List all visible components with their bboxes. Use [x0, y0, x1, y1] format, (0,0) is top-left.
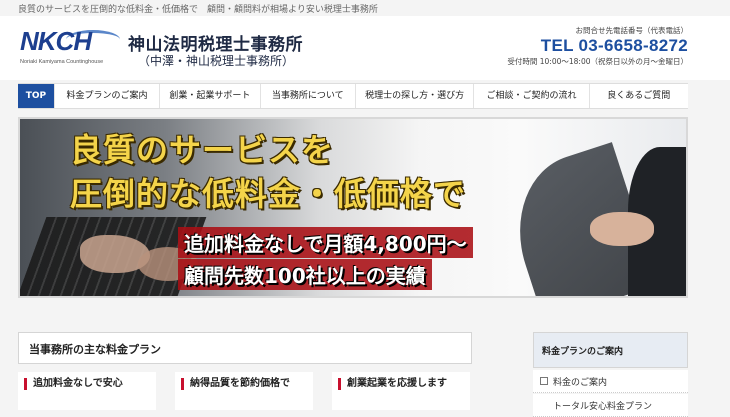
- feature-card[interactable]: 創業起業を応援します: [332, 372, 470, 410]
- sidebar-item-pricing[interactable]: 料金のご案内: [533, 370, 688, 393]
- nav-item-flow[interactable]: ご相談・ご契約の流れ: [474, 84, 590, 108]
- business-hours: 受付時間 10:00～18:00（祝祭日以外の月～金曜日）: [507, 57, 688, 66]
- sidebar: 料金プランのご案内 料金のご案内 トータル安心料金プラン: [533, 332, 688, 417]
- nav-item-pricing[interactable]: 料金プランのご案内: [55, 84, 161, 108]
- site-header: NKCH Noriaki Kamiyama Countinghouse 神山法明…: [0, 16, 730, 80]
- feature-card[interactable]: 納得品質を節約価格で: [175, 372, 313, 410]
- feature-card-title: 追加料金なしで安心: [24, 378, 123, 390]
- nav-item-how-to-choose[interactable]: 税理士の探し方・選び方: [356, 84, 475, 108]
- nav-item-about[interactable]: 当事務所について: [261, 84, 356, 108]
- section-title: 当事務所の主な料金プラン: [29, 343, 161, 356]
- site-tagline: 良質のサービスを圧倒的な低料金・低価格で 顧問・顧問料が相場より安い税理士事務所: [18, 5, 378, 15]
- main-nav: TOP 料金プランのご案内 創業・起業サポート 当事務所について 税理士の探し方…: [18, 83, 688, 109]
- logo-mark: NKCH: [20, 26, 92, 56]
- site-logo[interactable]: NKCH Noriaki Kamiyama Countinghouse: [20, 26, 120, 66]
- phone-number[interactable]: TEL 03-6658-8272: [541, 36, 688, 56]
- logo-subtext: Noriaki Kamiyama Countinghouse: [20, 59, 104, 65]
- square-bullet-icon: [540, 377, 548, 385]
- sidebar-item-total-plan[interactable]: トータル安心料金プラン: [533, 394, 688, 417]
- feature-card-title: 創業起業を応援します: [338, 378, 447, 390]
- nav-item-startup[interactable]: 創業・起業サポート: [160, 84, 261, 108]
- hero-banner[interactable]: 良質のサービスを 圧倒的な低料金・低価格で 追加料金なしで月額4,800円～ 顧…: [18, 117, 688, 298]
- hero-frame: [18, 117, 688, 298]
- feature-card-title: 納得品質を節約価格で: [181, 378, 290, 390]
- sidebar-title: 料金プランのご案内: [542, 347, 624, 357]
- contact-label: お問合せ先電話番号（代表電話）: [575, 26, 689, 35]
- feature-cards: 追加料金なしで安心 納得品質を節約価格で 創業起業を応援します: [18, 372, 470, 410]
- sidebar-title-box: 料金プランのご案内: [533, 332, 688, 368]
- feature-card[interactable]: 追加料金なしで安心: [18, 372, 156, 410]
- sidebar-item-label: 料金のご案内: [553, 378, 608, 388]
- sidebar-item-label: トータル安心料金プラン: [553, 402, 653, 412]
- pricing-section-header: 当事務所の主な料金プラン: [18, 332, 472, 364]
- top-bar: 良質のサービスを圧倒的な低料金・低価格で 顧問・顧問料が相場より安い税理士事務所: [0, 0, 730, 16]
- nav-item-faq[interactable]: 良くあるご質問: [590, 84, 688, 108]
- nav-item-top[interactable]: TOP: [18, 84, 55, 108]
- firm-subname: （中澤・神山税理士事務所）: [138, 54, 295, 68]
